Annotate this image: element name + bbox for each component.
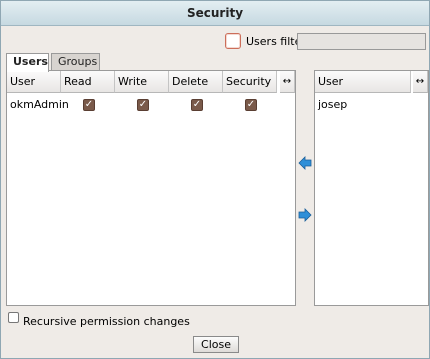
users-filter-input[interactable]	[297, 33, 426, 50]
granted-users-table: User Read Write Delete Security ↔ okmAdm…	[6, 70, 296, 306]
security-dialog: Security Users filter Users Groups User …	[0, 0, 430, 359]
users-filter-checkbox[interactable]	[225, 33, 241, 49]
arrow-right-icon[interactable]	[298, 208, 312, 222]
arrow-left-icon[interactable]	[298, 156, 312, 170]
user-cell: josep	[318, 98, 348, 111]
dialog-title: Security	[1, 1, 429, 26]
write-checkbox[interactable]: ✓	[137, 99, 149, 111]
column-resize-icon[interactable]: ↔	[413, 71, 428, 93]
recursive-label: Recursive permission changes	[23, 315, 190, 328]
column-header-security[interactable]: Security	[223, 71, 277, 93]
security-checkbox[interactable]: ✓	[245, 99, 257, 111]
column-header-read[interactable]: Read	[61, 71, 115, 93]
column-header-delete[interactable]: Delete	[169, 71, 223, 93]
column-header-user[interactable]: User	[315, 71, 411, 93]
close-button[interactable]: Close	[193, 336, 239, 353]
read-checkbox[interactable]: ✓	[83, 99, 95, 111]
column-header-user[interactable]: User	[7, 71, 61, 93]
delete-checkbox[interactable]: ✓	[191, 99, 203, 111]
recursive-checkbox[interactable]	[8, 312, 19, 323]
column-header-write[interactable]: Write	[115, 71, 169, 93]
user-cell: okmAdmin	[10, 98, 69, 111]
tab-groups[interactable]: Groups	[51, 53, 100, 71]
tab-users[interactable]: Users	[6, 53, 49, 72]
available-users-table: User ↔ josep	[314, 70, 429, 306]
column-resize-icon[interactable]: ↔	[280, 71, 295, 93]
